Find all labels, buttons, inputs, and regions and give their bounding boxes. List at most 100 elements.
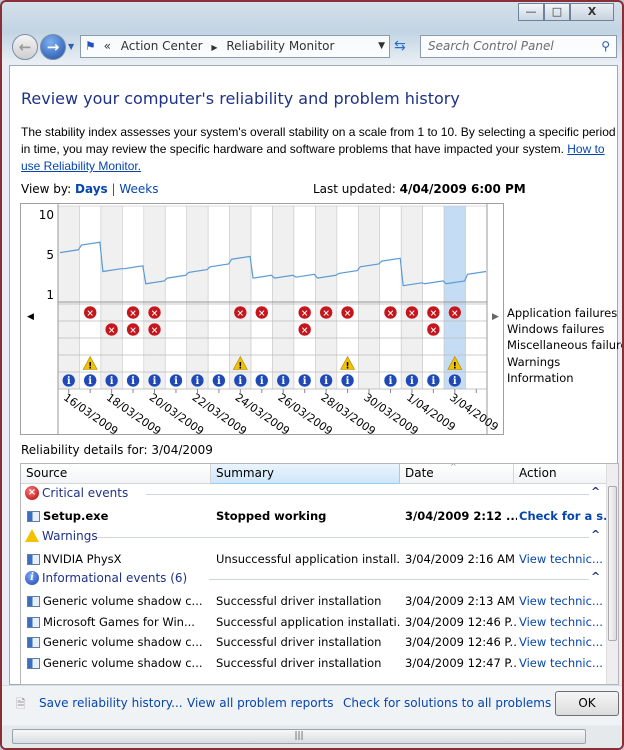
help-link-continued[interactable]: use Reliability Monitor. xyxy=(21,159,141,173)
close-button[interactable]: X xyxy=(570,3,614,21)
scroll-left-arrow[interactable]: ◀ xyxy=(27,312,34,322)
column-header-action[interactable]: Action xyxy=(514,464,608,484)
cell-source: Generic volume shadow c... xyxy=(43,635,203,649)
cell-action[interactable]: View technic... xyxy=(519,552,609,566)
address-bar[interactable]: ⚑ « Action Center ▶ Reliability Monitor … xyxy=(80,35,390,58)
day-column[interactable] xyxy=(143,205,166,390)
table-row[interactable]: Generic volume shadow c... Successful dri… xyxy=(21,654,607,674)
error-icon: × xyxy=(383,305,398,320)
application-icon xyxy=(27,616,40,628)
day-column[interactable] xyxy=(465,205,488,390)
table-row[interactable]: Setup.exe Stopped working 3/04/2009 2:12 .… xyxy=(21,507,609,527)
day-column[interactable] xyxy=(100,205,123,390)
minimize-button[interactable]: — xyxy=(518,3,544,21)
back-button[interactable]: ← xyxy=(12,34,38,60)
day-column[interactable] xyxy=(357,205,381,390)
save-history-link[interactable]: Save reliability history... xyxy=(39,696,183,710)
check-solutions-link[interactable]: Check for solutions to all problems ... xyxy=(343,696,567,710)
icon-glyph: × xyxy=(237,309,245,319)
column-header-source[interactable]: Source xyxy=(21,464,211,484)
last-updated: Last updated: 4/04/2009 6:00 PM xyxy=(313,182,526,196)
help-link[interactable]: How to xyxy=(567,142,604,156)
view-all-reports-link[interactable]: View all problem reports xyxy=(187,696,334,710)
day-column[interactable] xyxy=(164,205,188,390)
cell-summary: Unsuccessful application install... xyxy=(216,551,401,566)
day-column[interactable] xyxy=(57,205,80,390)
scroll-right-arrow[interactable]: ▶ xyxy=(492,312,499,322)
collapse-chevron-icon[interactable]: ^ xyxy=(591,570,600,583)
cell-action[interactable]: View technic... xyxy=(519,594,609,608)
vertical-scroll-thumb[interactable] xyxy=(608,486,617,641)
error-icon: × xyxy=(426,322,441,337)
view-days-link[interactable]: Days xyxy=(75,182,108,196)
icon-glyph: i xyxy=(110,376,114,387)
main-content: Review your computer's reliability and p… xyxy=(9,65,622,685)
view-by: View by: Days | Weeks xyxy=(21,182,159,196)
collapse-chevron-icon[interactable]: ^ xyxy=(591,485,600,498)
breadcrumb-action-center[interactable]: Action Center xyxy=(121,39,203,53)
table-row[interactable]: Generic volume shadow c... Successful dri… xyxy=(21,633,607,653)
error-icon: × xyxy=(297,322,312,337)
day-column[interactable] xyxy=(293,205,316,390)
maximize-button[interactable]: □ xyxy=(544,3,570,21)
cell-action[interactable]: View technic... xyxy=(519,615,609,629)
chart-svg[interactable]: 10 5 1 × × × × × × × × × × × × × × × × ×!!! ! i i i i i i i i i i i i i i i… xyxy=(21,204,503,438)
group-header[interactable]: i Informational events (6) xyxy=(25,571,187,585)
row-label-information: Information xyxy=(507,371,574,385)
horizontal-scroll-thumb[interactable]: ||| xyxy=(12,729,586,744)
info-icon: i xyxy=(169,373,183,388)
cell-summary: Successful driver installation xyxy=(216,655,382,670)
day-column[interactable] xyxy=(379,205,402,390)
cell-action[interactable]: Check for a s... xyxy=(519,509,609,523)
column-header-summary[interactable]: Summary xyxy=(211,464,400,484)
forward-button[interactable]: → xyxy=(40,34,66,60)
icon-glyph: × xyxy=(108,326,116,336)
reliability-chart[interactable]: 10 5 1 × × × × × × × × × × × × × × × × ×!!!! i i i i i i i i i i i i i i i… xyxy=(20,203,504,438)
table-row[interactable]: NVIDIA PhysX Unsuccessful application ins… xyxy=(21,550,607,570)
view-weeks-link[interactable]: Weeks xyxy=(119,182,158,196)
icon-glyph: i xyxy=(324,376,328,387)
day-column[interactable] xyxy=(186,205,209,390)
y-tick-label: 1 xyxy=(46,288,54,302)
warning-mark: ! xyxy=(88,362,92,372)
sort-ascending-icon: ^ xyxy=(450,463,457,471)
breadcrumb-reliability-monitor[interactable]: Reliability Monitor xyxy=(226,39,334,53)
error-icon: × xyxy=(104,322,119,337)
day-column[interactable] xyxy=(207,205,230,390)
refresh-icon[interactable]: ⇆ xyxy=(394,38,406,54)
table-row[interactable]: Microsoft Games for Win... Successful app… xyxy=(21,613,607,633)
day-column[interactable] xyxy=(315,205,338,390)
address-dropdown-icon[interactable]: ▼ xyxy=(378,36,385,57)
application-icon xyxy=(27,511,40,522)
day-column[interactable] xyxy=(250,205,273,390)
day-column[interactable] xyxy=(272,205,295,390)
table-row[interactable]: Generic volume shadow c... Successful dri… xyxy=(21,592,607,612)
search-icon[interactable]: ⚲ xyxy=(601,36,610,57)
info-icon: i xyxy=(233,373,248,388)
horizontal-scrollbar[interactable]: ||| xyxy=(2,726,622,748)
day-column[interactable] xyxy=(422,205,445,390)
cell-action[interactable]: View technic... xyxy=(519,635,609,649)
info-icon: i xyxy=(255,373,269,388)
flag-icon: ⚑ xyxy=(85,39,96,53)
group-header[interactable]: × Critical events xyxy=(25,486,128,500)
row-label-warnings: Warnings xyxy=(507,355,561,369)
group-header[interactable]: Warnings xyxy=(25,529,98,543)
cell-summary: Stopped working xyxy=(216,509,327,523)
info-icon: i xyxy=(448,373,462,388)
breadcrumb-overflow[interactable]: « xyxy=(104,39,111,53)
cell-action[interactable]: View technic... xyxy=(519,656,609,670)
collapse-chevron-icon[interactable]: ^ xyxy=(591,528,600,541)
group-divider xyxy=(146,494,589,495)
error-icon: × xyxy=(25,486,39,500)
info-icon: i xyxy=(25,571,39,585)
vertical-scrollbar[interactable] xyxy=(606,464,618,684)
search-input[interactable]: Search Control Panel ⚲ xyxy=(420,35,617,58)
day-column[interactable] xyxy=(122,205,145,390)
ok-button[interactable]: OK xyxy=(555,691,619,716)
icon-glyph: × xyxy=(430,309,438,319)
column-header-date[interactable]: Date ^ xyxy=(400,464,514,484)
day-column[interactable] xyxy=(400,205,423,390)
recent-pages-dropdown[interactable]: ▼ xyxy=(68,42,74,51)
icon-glyph: i xyxy=(131,376,135,387)
